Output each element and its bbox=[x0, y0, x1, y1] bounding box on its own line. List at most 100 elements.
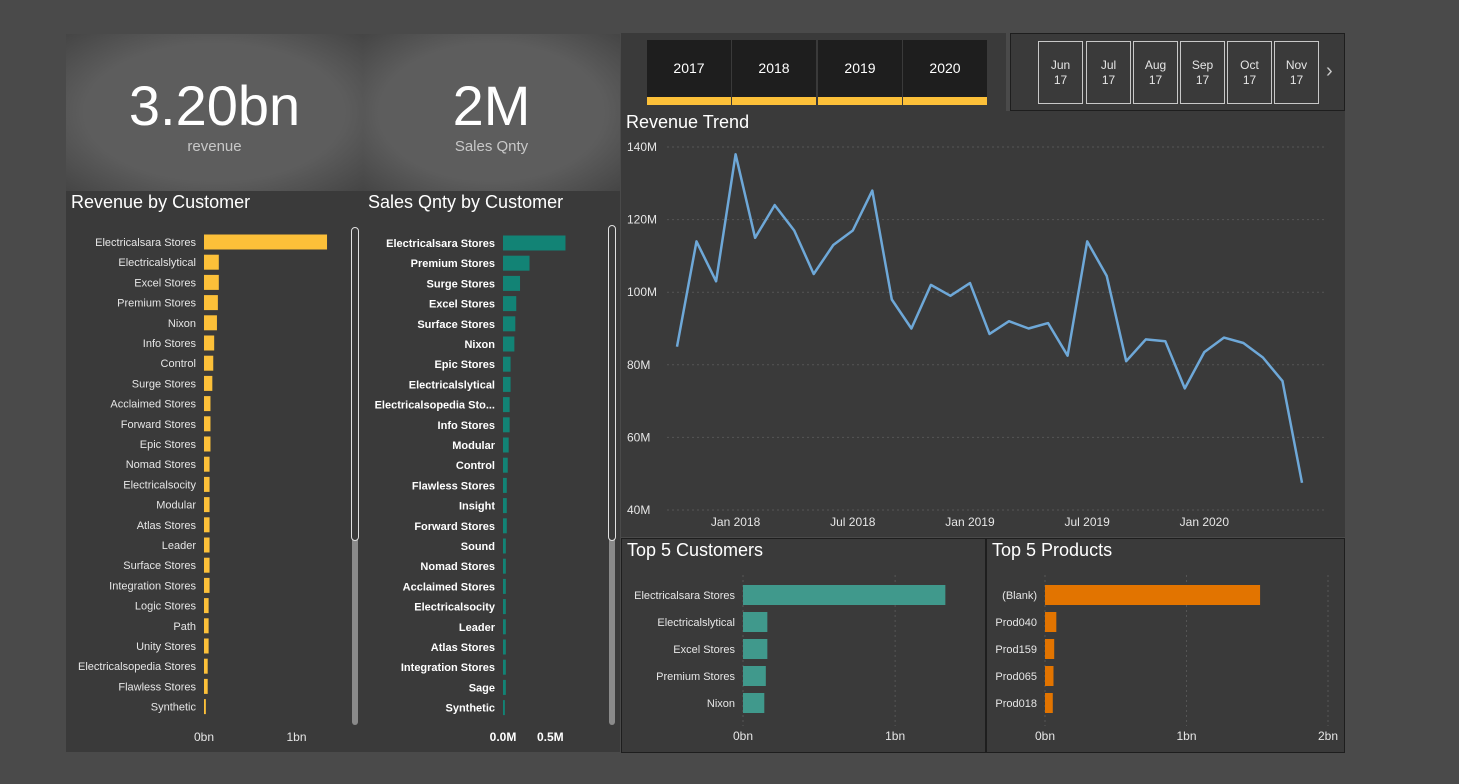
top-5-customers-chart: Top 5 Customers Electricalsara Stores Ele… bbox=[621, 538, 986, 753]
category-label: Premium Stores bbox=[117, 298, 196, 310]
x-tick-label: 0.0M bbox=[490, 730, 517, 744]
category-label: Sage bbox=[469, 682, 495, 694]
month-year: 17 bbox=[1053, 73, 1068, 87]
y-tick-label: 80M bbox=[627, 358, 650, 372]
bar bbox=[503, 639, 506, 655]
category-label: Prod040 bbox=[995, 617, 1037, 629]
year-selected-indicator bbox=[732, 97, 816, 105]
bar bbox=[503, 457, 508, 473]
category-label: Excel Stores bbox=[429, 299, 495, 311]
month-button-jul[interactable]: Jul 17 bbox=[1086, 41, 1131, 104]
x-tick-label: 2bn bbox=[1318, 729, 1338, 743]
category-label: Nomad Stores bbox=[420, 561, 495, 573]
bar bbox=[743, 639, 768, 659]
bar bbox=[204, 254, 219, 270]
month-name: Oct bbox=[1240, 58, 1259, 72]
bar bbox=[1045, 585, 1261, 605]
year-button-2017[interactable]: 2017 bbox=[647, 40, 731, 105]
revenue-kpi-label: revenue bbox=[187, 138, 242, 155]
bar bbox=[1045, 666, 1054, 686]
bar bbox=[503, 356, 511, 372]
category-label: Prod159 bbox=[995, 644, 1037, 656]
y-tick-label: 140M bbox=[627, 140, 657, 154]
sales-qnty-kpi-value: 2M bbox=[452, 74, 531, 137]
revenue-kpi-card[interactable]: 3.20bn revenue bbox=[66, 34, 363, 191]
x-tick-label: 0bn bbox=[1035, 729, 1055, 743]
bar bbox=[204, 577, 210, 593]
x-tick-label: Jul 2019 bbox=[1064, 515, 1110, 529]
bar bbox=[204, 315, 217, 331]
x-tick-label: 0bn bbox=[733, 729, 753, 743]
x-tick-label: 1bn bbox=[1176, 729, 1196, 743]
category-label: Surface Stores bbox=[123, 560, 196, 572]
month-year: 17 bbox=[1289, 73, 1304, 87]
category-label: Synthetic bbox=[151, 702, 197, 714]
month-slicer: Jun 17 Jul 17 Aug 17 Sep 17 Oct 17 Nov 17 › bbox=[1010, 33, 1345, 111]
bar bbox=[204, 476, 210, 492]
category-label: Sound bbox=[461, 541, 495, 553]
chevron-right-icon[interactable]: › bbox=[1326, 60, 1333, 83]
bar bbox=[204, 658, 208, 674]
chart-svg: Electricalsara Stores Premium Stores Surge… bbox=[375, 235, 566, 744]
bar bbox=[503, 235, 566, 251]
year-slicer: 2017 2018 2019 2020 bbox=[621, 33, 1006, 111]
category-label: Forward Stores bbox=[414, 521, 495, 533]
category-label: Nixon bbox=[168, 318, 196, 330]
bar bbox=[503, 538, 506, 554]
bar bbox=[204, 375, 213, 391]
bar bbox=[503, 518, 507, 534]
category-label: Nixon bbox=[707, 698, 735, 710]
month-name: Jul bbox=[1100, 58, 1117, 72]
bar bbox=[204, 618, 209, 634]
chart-svg: 40M 60M 80M 100M 120M 140M Jan 2018 Jul 2018 Jan… bbox=[627, 140, 1327, 529]
category-label: Leader bbox=[162, 540, 197, 552]
chart-svg: (Blank) Prod040 Prod159 Prod065 Prod018 0bn 1b… bbox=[995, 575, 1338, 743]
category-label: Prod065 bbox=[995, 671, 1037, 683]
year-button-2019[interactable]: 2019 bbox=[818, 40, 902, 105]
year-button-2020[interactable]: 2020 bbox=[903, 40, 987, 105]
x-tick-label: Jan 2019 bbox=[945, 515, 995, 529]
revenue-trend-chart: Revenue Trend 40M 60M 80M 100M 120M 140M Jan 2… bbox=[621, 111, 1345, 537]
revenue-by-customer-chart: Revenue by Customer Electricalsara Store… bbox=[66, 191, 363, 752]
bar bbox=[204, 699, 206, 715]
category-label: Acclaimed Stores bbox=[110, 399, 196, 411]
sales-qnty-kpi-card[interactable]: 2M Sales Qnty bbox=[363, 34, 620, 191]
year-button-2018[interactable]: 2018 bbox=[732, 40, 816, 105]
category-label: Epic Stores bbox=[140, 439, 197, 451]
month-button-jun[interactable]: Jun 17 bbox=[1038, 41, 1083, 104]
x-tick-label: Jan 2020 bbox=[1180, 515, 1230, 529]
category-label: Leader bbox=[459, 622, 496, 634]
bar bbox=[1045, 693, 1053, 713]
category-label: Electricalsara Stores bbox=[634, 590, 735, 602]
bar bbox=[503, 316, 516, 332]
category-label: Excel Stores bbox=[673, 644, 735, 656]
category-label: Electricalsara Stores bbox=[386, 238, 495, 250]
bar bbox=[503, 336, 515, 352]
chart-svg: Electricalsara Stores Electricalslytical E… bbox=[78, 234, 328, 744]
month-button-oct[interactable]: Oct 17 bbox=[1227, 41, 1272, 104]
category-label: Excel Stores bbox=[134, 277, 196, 289]
category-label: Epic Stores bbox=[434, 359, 495, 371]
bar bbox=[204, 234, 328, 250]
bar bbox=[204, 598, 209, 614]
bar bbox=[503, 700, 505, 716]
top-5-products-chart: Top 5 Products (Blank) Prod040 Prod159 Prod… bbox=[986, 538, 1345, 753]
bar bbox=[204, 274, 219, 290]
bar bbox=[503, 376, 511, 392]
bar bbox=[503, 558, 506, 574]
category-label: Flawless Stores bbox=[412, 480, 495, 492]
y-tick-label: 60M bbox=[627, 430, 650, 444]
bar bbox=[1045, 639, 1055, 659]
category-label: Flawless Stores bbox=[118, 681, 196, 693]
bar bbox=[503, 498, 507, 514]
month-button-nov[interactable]: Nov 17 bbox=[1274, 41, 1319, 104]
category-label: Integration Stores bbox=[401, 662, 495, 674]
month-button-sep[interactable]: Sep 17 bbox=[1180, 41, 1225, 104]
y-tick-label: 100M bbox=[627, 285, 657, 299]
bar bbox=[503, 679, 506, 695]
bar bbox=[204, 517, 210, 533]
month-button-aug[interactable]: Aug 17 bbox=[1133, 41, 1178, 104]
month-year: 17 bbox=[1195, 73, 1210, 87]
month-year: 17 bbox=[1148, 73, 1163, 87]
year-label: 2017 bbox=[673, 60, 705, 76]
